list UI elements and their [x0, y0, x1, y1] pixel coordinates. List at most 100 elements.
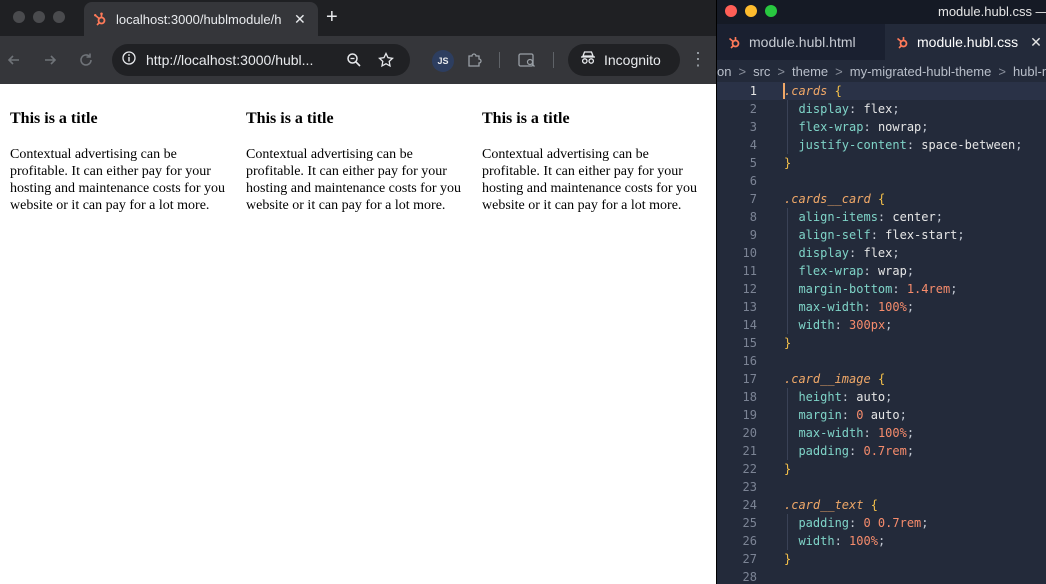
code-line[interactable]: 24 .card__text {: [717, 496, 1046, 514]
code-token: flex: [863, 102, 893, 116]
code-line[interactable]: 2 display: flex;: [717, 100, 1046, 118]
code-line[interactable]: 15}: [717, 334, 1046, 352]
line-number: 13: [742, 300, 757, 314]
code-line[interactable]: 27}: [717, 550, 1046, 568]
close-tab-icon[interactable]: ✕: [1030, 34, 1042, 51]
code-token: flex-wrap: [784, 264, 864, 278]
breadcrumb-item[interactable]: theme: [792, 64, 828, 79]
page-content: This is a title Contextual advertising c…: [0, 84, 716, 584]
code-line[interactable]: 18 height: auto;: [717, 388, 1046, 406]
code-token: 100: [877, 300, 900, 314]
breadcrumb-item[interactable]: my-migrated-hubl-theme: [850, 64, 992, 79]
line-number: 22: [742, 462, 757, 476]
code-line[interactable]: 17 .card__image {: [717, 370, 1046, 388]
back-arrow-icon[interactable]: [4, 50, 24, 70]
code-line[interactable]: 9 align-self: flex-start;: [717, 226, 1046, 244]
line-number: 7: [749, 192, 757, 206]
code-line[interactable]: 26 width: 100%;: [717, 532, 1046, 550]
window-close-control[interactable]: [13, 11, 25, 23]
code-line[interactable]: 7 .cards__card {: [717, 190, 1046, 208]
code-line[interactable]: 28: [717, 568, 1046, 584]
code-token: :: [877, 210, 893, 224]
zoom-icon[interactable]: [344, 50, 364, 70]
code-token: align-self: [784, 228, 871, 242]
line-number: 27: [742, 552, 757, 566]
code-line[interactable]: 12 margin-bottom: 1.4rem;: [717, 280, 1046, 298]
extensions-puzzle-icon[interactable]: [464, 50, 484, 70]
window-zoom-control[interactable]: [765, 5, 777, 17]
new-tab-button[interactable]: +: [326, 7, 338, 27]
code-token: .card__image: [784, 372, 871, 386]
code-token: ;: [935, 210, 943, 224]
line-number: 1: [749, 84, 757, 98]
site-info-icon[interactable]: [122, 50, 136, 70]
code-token: ;: [921, 516, 929, 530]
breadcrumb-item[interactable]: hubl-m: [1013, 64, 1046, 79]
js-extension-icon[interactable]: JS: [432, 50, 454, 72]
code-line[interactable]: 20 max-width: 100%;: [717, 424, 1046, 442]
line-number: 2: [749, 102, 757, 116]
window-zoom-control[interactable]: [53, 11, 65, 23]
code-token: .cards: [784, 84, 828, 98]
code-text: }: [784, 460, 791, 478]
card-title: This is a title: [10, 110, 98, 127]
code-line[interactable]: 4 justify-content: space-between;: [717, 136, 1046, 154]
incognito-indicator[interactable]: Incognito: [568, 44, 680, 76]
editor-tab-css[interactable]: module.hubl.css ✕: [885, 24, 1046, 60]
side-panel-icon[interactable]: [517, 50, 537, 70]
code-line[interactable]: 16: [717, 352, 1046, 370]
code-text: flex-wrap: nowrap;: [784, 118, 928, 136]
forward-arrow-icon[interactable]: [40, 50, 60, 70]
code-line[interactable]: 13 max-width: 100%;: [717, 298, 1046, 316]
address-bar[interactable]: http://localhost:3000/hubl...: [112, 44, 410, 76]
code-token: flex: [863, 246, 893, 260]
browser-menu-icon[interactable]: ⋮: [689, 50, 707, 68]
code-text: display: flex;: [784, 244, 899, 262]
code-token: .cards__card: [784, 192, 871, 206]
editor-window-title: module.hubl.css —: [938, 4, 1046, 19]
line-number: 4: [749, 138, 757, 152]
url-text[interactable]: http://localhost:3000/hubl...: [146, 52, 332, 68]
code-line[interactable]: 3 flex-wrap: nowrap;: [717, 118, 1046, 136]
breadcrumb-item[interactable]: on: [717, 64, 731, 79]
code-line[interactable]: 11 flex-wrap: wrap;: [717, 262, 1046, 280]
window-minimize-control[interactable]: [745, 5, 757, 17]
code-token: 1.4: [906, 282, 929, 296]
browser-tab-active[interactable]: localhost:3000/hublmodule/h ✕: [84, 2, 318, 36]
code-line[interactable]: 23: [717, 478, 1046, 496]
close-tab-icon[interactable]: ✕: [294, 11, 306, 28]
reload-icon[interactable]: [76, 50, 96, 70]
code-line[interactable]: 5}: [717, 154, 1046, 172]
editor-tab-html[interactable]: module.hubl.html: [717, 24, 883, 60]
editor-tab-bar: module.hubl.html module.hubl.css ✕: [717, 24, 1046, 60]
code-line[interactable]: 10 display: flex;: [717, 244, 1046, 262]
card: This is a title Contextual advertising c…: [482, 110, 708, 214]
card: This is a title Contextual advertising c…: [246, 110, 472, 214]
code-line[interactable]: 1 .cards {: [717, 82, 1046, 100]
code-token: }: [784, 156, 792, 170]
code-token: space-between: [921, 138, 1016, 152]
code-token: width: [784, 318, 835, 332]
line-number: 15: [742, 336, 757, 350]
code-token: }: [784, 552, 792, 566]
code-line[interactable]: 25 padding: 0 0.7rem;: [717, 514, 1046, 532]
code-line[interactable]: 19 margin: 0 auto;: [717, 406, 1046, 424]
bookmark-star-icon[interactable]: [376, 50, 396, 70]
window-minimize-control[interactable]: [33, 11, 45, 23]
code-line[interactable]: 22}: [717, 460, 1046, 478]
code-token: margin-bottom: [784, 282, 893, 296]
card-text: Contextual advertising can be profitable…: [10, 147, 226, 213]
breadcrumb-item[interactable]: src: [753, 64, 770, 79]
code-token: .card__text: [784, 498, 864, 512]
code-line[interactable]: 6: [717, 172, 1046, 190]
line-number: 19: [742, 408, 757, 422]
code-line[interactable]: 8 align-items: center;: [717, 208, 1046, 226]
line-number: 11: [742, 264, 757, 278]
code-line[interactable]: 14 width: 300px;: [717, 316, 1046, 334]
code-area[interactable]: 1 .cards {2 display: flex; 3 flex-wrap: no…: [717, 82, 1046, 584]
editor-tab-label: module.hubl.css: [917, 34, 1019, 50]
code-token: :: [849, 516, 864, 530]
code-token: :: [892, 282, 907, 296]
window-close-control[interactable]: [725, 5, 737, 17]
code-line[interactable]: 21 padding: 0.7rem;: [717, 442, 1046, 460]
